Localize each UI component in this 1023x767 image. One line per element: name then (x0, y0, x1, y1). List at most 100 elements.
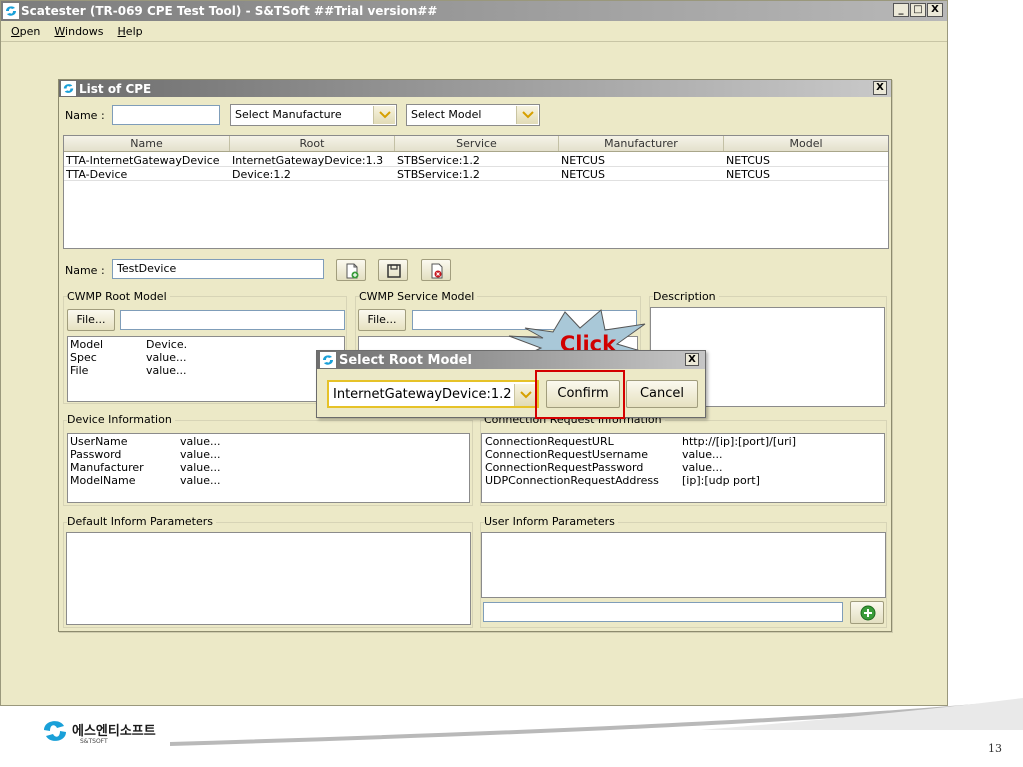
filter-name-label: Name : (65, 109, 105, 122)
property-key: ConnectionRequestURL (485, 435, 614, 448)
root-model-file-input[interactable] (120, 310, 345, 330)
cell-service: STBService:1.2 (397, 168, 480, 180)
cell-name: TTA-InternetGatewayDevice (66, 154, 220, 166)
cell-model: NETCUS (726, 168, 770, 180)
menu-help[interactable]: Help (118, 25, 143, 38)
root-model-select[interactable]: InternetGatewayDevice:1.2 (327, 380, 539, 408)
cpe-table-header: Name Root Service Manufacturer Model (64, 136, 888, 152)
service-model-group-title: CWMP Service Model (359, 290, 478, 303)
manufacture-select-value: Select Manufacture (235, 108, 342, 121)
property-value: value... (682, 461, 723, 474)
property-key: ModelName (70, 474, 136, 487)
property-row[interactable]: ConnectionRequestPassword value... (482, 462, 884, 474)
property-row[interactable]: ConnectionRequestUsername value... (482, 449, 884, 461)
property-row[interactable]: ModelName value... (68, 475, 469, 487)
device-info-group-title: Device Information (67, 413, 175, 426)
property-row[interactable]: Manufacturer value... (68, 462, 469, 474)
root-model-group-title: CWMP Root Model (67, 290, 170, 303)
property-value: [ip]:[udp port] (682, 474, 760, 487)
model-select-value: Select Model (411, 108, 482, 121)
menu-open[interactable]: Open (11, 25, 40, 38)
property-value: Device. (146, 338, 188, 351)
new-device-button[interactable] (336, 259, 366, 281)
property-row[interactable]: Password value... (68, 449, 469, 461)
user-inform-group-title: User Inform Parameters (484, 515, 618, 528)
cell-root: InternetGatewayDevice:1.3 (232, 154, 384, 166)
column-header-root[interactable]: Root (230, 136, 395, 151)
minimize-button[interactable]: _ (893, 3, 909, 17)
default-inform-textarea[interactable] (66, 532, 471, 625)
property-key: Manufacturer (70, 461, 144, 474)
column-header-service[interactable]: Service (395, 136, 559, 151)
chevron-down-icon (520, 391, 532, 399)
window-title: Scatester (TR-069 CPE Test Tool) - S&TSo… (21, 4, 438, 18)
connection-info-properties: ConnectionRequestURL http://[ip]:[port]/[… (481, 433, 885, 503)
property-value: value... (146, 351, 187, 364)
cell-root: Device:1.2 (232, 168, 291, 180)
property-value: value... (682, 448, 723, 461)
cpe-list-close-button[interactable]: X (873, 81, 887, 95)
description-group-title: Description (653, 290, 719, 303)
select-root-model-dialog: Select Root Model X InternetGatewayDevic… (316, 350, 706, 418)
app-logo-icon (61, 81, 76, 96)
user-inform-input[interactable] (483, 602, 843, 622)
select-root-model-title-bar: Select Root Model X (317, 351, 705, 369)
column-header-model[interactable]: Model (724, 136, 888, 151)
app-logo-icon (320, 352, 336, 368)
property-row[interactable]: Model Device. (68, 339, 344, 351)
cpe-list-title-bar: List of CPE X (59, 80, 891, 97)
property-value: value... (146, 364, 187, 377)
save-device-button[interactable] (378, 259, 408, 281)
company-name: 에스엔티소프트 (72, 724, 156, 739)
delete-device-button[interactable] (421, 259, 451, 281)
root-model-properties: Model Device. Spec value... File value... (67, 336, 345, 402)
property-value: http://[ip]:[port]/[uri] (682, 435, 796, 448)
cancel-button[interactable]: Cancel (626, 380, 698, 408)
user-inform-textarea[interactable] (481, 532, 886, 598)
property-row[interactable]: UserName value... (68, 436, 469, 448)
root-model-file-button[interactable]: File... (67, 309, 115, 331)
delete-document-icon (431, 263, 443, 279)
default-inform-group-title: Default Inform Parameters (67, 515, 217, 528)
maximize-button[interactable]: □ (910, 3, 926, 17)
cell-manufacturer: NETCUS (561, 168, 605, 180)
device-info-properties: UserName value... Password value... Manufa… (67, 433, 470, 503)
property-row[interactable]: Spec value... (68, 352, 344, 364)
filter-name-input[interactable] (112, 105, 220, 125)
column-header-name[interactable]: Name (64, 136, 230, 151)
chevron-down-icon (379, 111, 391, 119)
property-key: UDPConnectionRequestAddress (485, 474, 659, 487)
property-key: ConnectionRequestUsername (485, 448, 648, 461)
table-row[interactable]: TTA-Device Device:1.2 STBService:1.2 NET… (64, 168, 888, 181)
add-icon (860, 605, 876, 621)
title-bar: Scatester (TR-069 CPE Test Tool) - S&TSo… (1, 1, 947, 21)
property-key: ConnectionRequestPassword (485, 461, 644, 474)
table-row[interactable]: TTA-InternetGatewayDevice InternetGatewa… (64, 154, 888, 167)
close-button[interactable]: X (927, 3, 943, 17)
cell-name: TTA-Device (66, 168, 128, 180)
save-icon (387, 264, 401, 278)
chevron-down-icon (522, 111, 534, 119)
cpe-table: Name Root Service Manufacturer Model TTA… (63, 135, 889, 249)
property-row[interactable]: ConnectionRequestURL http://[ip]:[port]/[… (482, 436, 884, 448)
page-number: 13 (988, 742, 1002, 755)
cell-manufacturer: NETCUS (561, 154, 605, 166)
model-select[interactable]: Select Model (406, 104, 540, 126)
property-row[interactable]: UDPConnectionRequestAddress [ip]:[udp por… (482, 475, 884, 487)
menu-bar: Open Windows Help (1, 22, 947, 42)
app-logo-icon (3, 3, 19, 19)
property-value: value... (180, 461, 221, 474)
service-model-file-button[interactable]: File... (358, 309, 406, 331)
add-parameter-button[interactable] (850, 601, 884, 624)
menu-windows[interactable]: Windows (54, 25, 103, 38)
manufacture-select[interactable]: Select Manufacture (230, 104, 397, 126)
company-name-sub: S&TSOFT (80, 738, 108, 745)
property-key: File (70, 364, 89, 377)
cell-model: NETCUS (726, 154, 770, 166)
property-key: Password (70, 448, 122, 461)
select-root-model-close-button[interactable]: X (685, 353, 699, 366)
column-header-manufacturer[interactable]: Manufacturer (559, 136, 724, 151)
property-row[interactable]: File value... (68, 365, 344, 377)
select-root-model-title: Select Root Model (339, 352, 472, 368)
device-name-input[interactable]: TestDevice (112, 259, 324, 279)
